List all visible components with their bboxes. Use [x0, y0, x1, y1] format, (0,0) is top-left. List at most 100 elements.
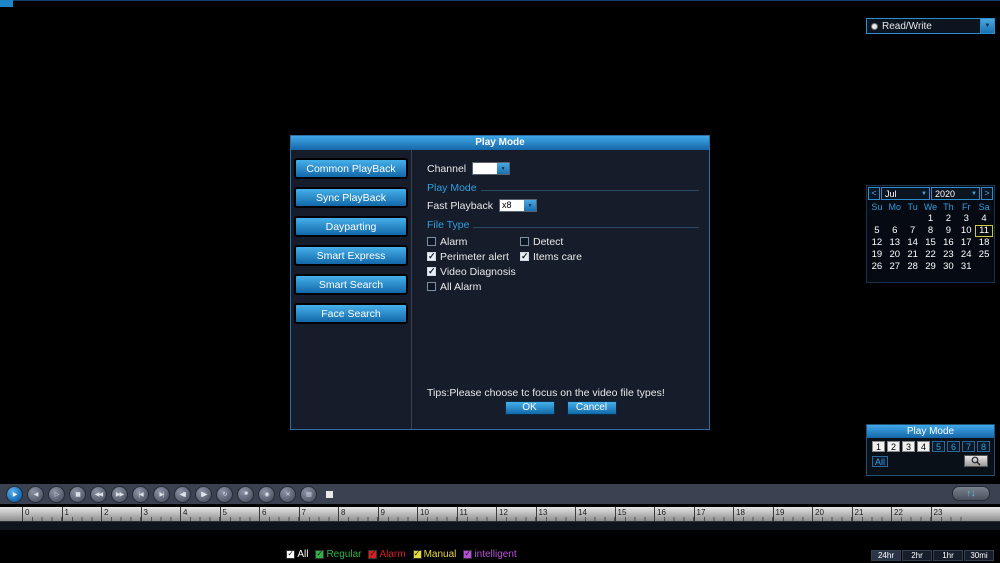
legend-checkbox-icon[interactable] — [286, 549, 296, 559]
timeline-hour-14[interactable]: 14 — [575, 507, 615, 521]
timeline-hour-5[interactable]: 5 — [219, 507, 260, 521]
calendar-month-select[interactable]: Jul ▼ — [881, 187, 930, 200]
calendar-date-3[interactable]: 3 — [957, 213, 975, 225]
calendar-date-26[interactable]: 26 — [868, 261, 886, 273]
timeline-hour-8[interactable]: 8 — [338, 507, 378, 521]
file-type-detect[interactable]: Detect — [520, 236, 563, 248]
channel-button-1[interactable]: 1 — [872, 441, 885, 452]
prev-frame-button[interactable]: ◀▮ — [174, 485, 191, 503]
checkbox-checked-icon[interactable] — [520, 251, 529, 262]
timeline-hour-4[interactable]: 4 — [180, 507, 220, 521]
checkbox-unchecked-icon[interactable] — [520, 237, 529, 246]
calendar-date-16[interactable]: 16 — [939, 237, 957, 249]
calendar-date-21[interactable]: 21 — [904, 249, 922, 261]
calendar-year-select[interactable]: 2020 ▼ — [931, 187, 980, 200]
prev-file-button[interactable]: |◀ — [132, 485, 149, 503]
file-type-perimeter-alert[interactable]: Perimeter alert — [427, 251, 520, 263]
channel-button-5[interactable]: 5 — [932, 441, 945, 452]
calendar-date-20[interactable]: 20 — [886, 249, 904, 261]
calendar-date-29[interactable]: 29 — [922, 261, 940, 273]
calendar-date-30[interactable]: 30 — [939, 261, 957, 273]
snapshot-button[interactable]: ◉ — [258, 485, 275, 503]
chevron-down-icon[interactable]: ▼ — [523, 200, 536, 211]
calendar-date-15[interactable]: 15 — [922, 237, 940, 249]
timeline-hour-6[interactable]: 6 — [259, 507, 299, 521]
channel-button-4[interactable]: 4 — [917, 441, 930, 452]
checkbox-unchecked-icon[interactable] — [427, 237, 436, 246]
timeline-hour-22[interactable]: 22 — [891, 507, 931, 521]
fast-playback-select[interactable]: x8 ▼ — [498, 199, 537, 212]
calendar-date-8[interactable]: 8 — [922, 225, 940, 237]
calendar-date-1[interactable]: 1 — [922, 213, 940, 225]
pause-button[interactable]: ▮▮ — [69, 485, 86, 503]
calendar-date-17[interactable]: 17 — [957, 237, 975, 249]
calendar-date-4[interactable]: 4 — [975, 213, 993, 225]
timeline-hour-3[interactable]: 3 — [140, 507, 181, 521]
timeline-hour-20[interactable]: 20 — [812, 507, 852, 521]
calendar-date-2[interactable]: 2 — [939, 213, 957, 225]
timeline-hour-10[interactable]: 10 — [417, 507, 457, 521]
calendar-date-9[interactable]: 9 — [939, 225, 957, 237]
calendar-next-button[interactable]: > — [981, 187, 993, 200]
legend-checkbox-icon[interactable] — [315, 549, 325, 559]
sidebar-button-face-search[interactable]: Face Search — [294, 303, 408, 324]
rewind-button[interactable]: ◀◀ — [90, 485, 107, 503]
file-type-items-care[interactable]: Items care — [520, 251, 582, 263]
backup-button[interactable]: ▤ — [300, 485, 317, 503]
time-range-2hr[interactable]: 2hr — [902, 550, 932, 561]
timeline-hour-15[interactable]: 15 — [614, 507, 655, 521]
sidebar-button-sync-playback[interactable]: Sync PlayBack — [294, 187, 408, 208]
calendar-date-5[interactable]: 5 — [868, 225, 886, 237]
timeline-hour-21[interactable]: 21 — [851, 507, 892, 521]
checkbox-checked-icon[interactable] — [427, 251, 436, 262]
panel-toggle-button[interactable]: ↑↓ — [952, 486, 990, 501]
sidebar-button-smart-express[interactable]: Smart Express — [294, 245, 408, 266]
timeline-hour-2[interactable]: 2 — [101, 507, 141, 521]
calendar-date-11[interactable]: 11 — [975, 225, 993, 237]
file-type-alarm[interactable]: Alarm — [427, 236, 520, 248]
legend-alarm[interactable]: Alarm — [368, 549, 406, 560]
timeline-hour-17[interactable]: 17 — [693, 507, 734, 521]
search-button[interactable] — [964, 455, 988, 467]
sidebar-button-smart-search[interactable]: Smart Search — [294, 274, 408, 295]
play-button[interactable]: ▶ — [6, 485, 23, 503]
all-channels-button[interactable]: All — [872, 455, 889, 467]
clip-button[interactable]: ✕ — [279, 485, 296, 503]
ok-button[interactable]: OK — [504, 401, 555, 415]
checkbox-checked-icon[interactable] — [427, 266, 436, 277]
next-frame-button[interactable]: ▮▶ — [195, 485, 212, 503]
calendar-date-22[interactable]: 22 — [922, 249, 940, 261]
chevron-down-icon[interactable]: ▼ — [980, 19, 994, 33]
legend-intelligent[interactable]: intelligent — [463, 549, 517, 560]
legend-checkbox-icon[interactable] — [368, 549, 378, 559]
next-file-button[interactable]: ▶| — [153, 485, 170, 503]
timeline-hour-1[interactable]: 1 — [61, 507, 102, 521]
timeline-hour-23[interactable]: 23 — [930, 507, 971, 521]
sidebar-button-dayparting[interactable]: Dayparting — [294, 216, 408, 237]
calendar-date-6[interactable]: 6 — [886, 225, 904, 237]
timeline-hour-9[interactable]: 9 — [377, 507, 418, 521]
legend-all[interactable]: All — [286, 549, 308, 560]
channel-button-6[interactable]: 6 — [947, 441, 960, 452]
timeline-hour-19[interactable]: 19 — [772, 507, 813, 521]
timeline-hour-18[interactable]: 18 — [733, 507, 773, 521]
calendar-prev-button[interactable]: < — [868, 187, 880, 200]
calendar-date-18[interactable]: 18 — [975, 237, 993, 249]
read-write-dropdown[interactable]: Read/Write ▼ — [866, 18, 995, 34]
timeline-hour-0[interactable]: 0 — [22, 507, 62, 521]
calendar-date-31[interactable]: 31 — [957, 261, 975, 273]
calendar-date-13[interactable]: 13 — [886, 237, 904, 249]
calendar-date-10[interactable]: 10 — [957, 225, 975, 237]
legend-checkbox-icon[interactable] — [463, 549, 473, 559]
calendar-date-12[interactable]: 12 — [868, 237, 886, 249]
channel-select[interactable]: ▼ — [472, 162, 511, 175]
loop-button[interactable]: ↻ — [216, 485, 233, 503]
reverse-play-button[interactable]: ◀ — [27, 485, 44, 503]
channel-button-2[interactable]: 2 — [887, 441, 900, 452]
timeline-hour-13[interactable]: 13 — [535, 507, 576, 521]
checkbox-unchecked-icon[interactable] — [427, 282, 436, 291]
calendar-date-14[interactable]: 14 — [904, 237, 922, 249]
timeline-ruler[interactable]: 0 1 2 3 4 5 6 7 8 9 10 11 12 13 14 15 16 17 18 19 20 21 22 23 — [0, 507, 1000, 521]
timeline-hour-7[interactable]: 7 — [298, 507, 339, 521]
time-range-1hr[interactable]: 1hr — [933, 550, 963, 561]
